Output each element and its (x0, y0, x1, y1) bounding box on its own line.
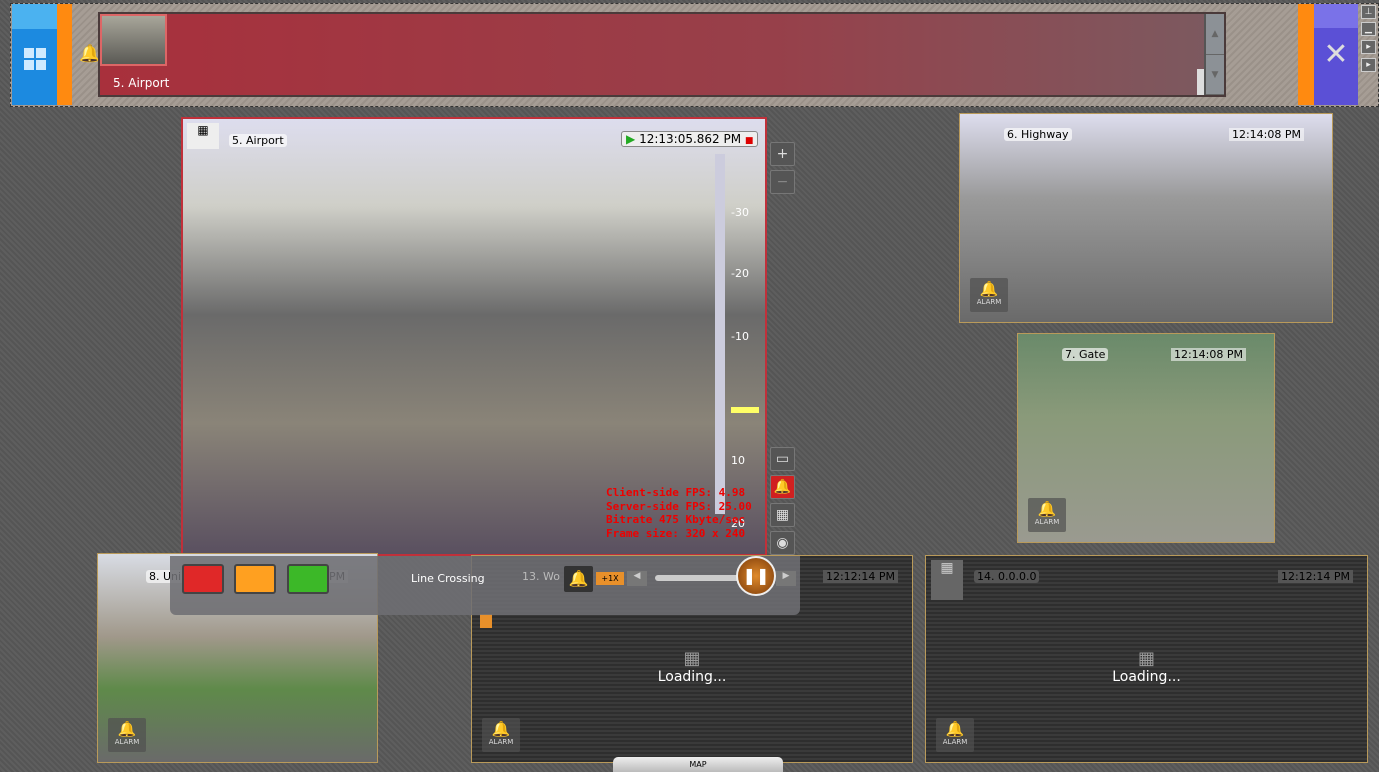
alarm-bell-button[interactable]: 🔔 (770, 475, 795, 499)
camera-name: 14. 0.0.0.0 (974, 570, 1040, 583)
timestamp: 12:13:05.862 PM (639, 132, 742, 146)
camera-tile-highway[interactable]: 6. Highway 12:14:08 PM 🔔 ALARM (959, 113, 1333, 323)
step-back-icon[interactable]: ◀ (627, 571, 647, 586)
camera-time: 12:14:08 PM (1170, 348, 1246, 361)
alarm-camera-label: 5. Airport (113, 76, 170, 90)
alarm-panel: 🚶 5. Airport ▲▼ (98, 12, 1226, 97)
pin-icon[interactable]: ⊥ (1361, 5, 1376, 19)
camera-name: 13. Wo (522, 570, 560, 583)
scale-tick: -20 (731, 267, 749, 280)
stat-line: Server-side FPS: 25.00 (606, 499, 752, 513)
eye-icon[interactable]: ◉ (770, 531, 795, 555)
minimize-icon[interactable]: ▁ (1361, 22, 1376, 36)
camera-name: 6. Highway (1004, 128, 1072, 141)
scale-tick: -30 (731, 206, 749, 219)
alarm-thumbnail[interactable]: 🚶 (100, 14, 1224, 95)
alarm-button[interactable]: 🔔 ALARM (970, 278, 1008, 312)
zoom-in-button[interactable]: + (770, 142, 795, 166)
camera-time: 12:12:14 PM (1277, 570, 1353, 583)
speed-button[interactable]: +1X (596, 572, 624, 585)
left-orange-strip (57, 4, 72, 105)
camera-time: 12:14:08 PM (1228, 128, 1304, 141)
bell-icon: 🔔 (491, 720, 511, 738)
play-icon: ▶ (626, 132, 636, 146)
status-icon (480, 614, 492, 628)
timestamp-badge: ▶ 12:13:05.862 PM ■ (621, 131, 759, 147)
loading-icon: ▦ (1137, 648, 1155, 669)
bell-icon: 🔔 (1037, 500, 1057, 518)
loading-indicator: ▦ Loading... (926, 648, 1367, 685)
archive-icon[interactable]: ▦ (931, 560, 963, 600)
camera-name: 5. Airport (229, 134, 287, 147)
stream-stats: Client-side FPS: 4.98 Server-side FPS: 2… (606, 486, 752, 540)
bell-icon: 🔔 (117, 720, 137, 738)
alarm-button[interactable]: 🔔 ALARM (108, 718, 146, 752)
settings-button[interactable]: ✕ (1314, 4, 1358, 105)
scale-tick: 10 (731, 454, 745, 467)
alarm-confirmed-button[interactable] (182, 564, 224, 594)
layouts-button[interactable] (12, 4, 57, 105)
pause-button[interactable]: ❚❚ (736, 556, 776, 596)
stat-line: Frame size: 320 x 240 (606, 526, 746, 540)
archive-button[interactable]: ▦ (770, 503, 795, 527)
bell-icon[interactable]: 🔔 (79, 44, 100, 64)
camera-tile-gate[interactable]: 7. Gate 12:14:08 PM 🔔 ALARM (1017, 333, 1275, 543)
zoom-out-button[interactable]: − (770, 170, 795, 194)
bell-icon: 🔔 (945, 720, 965, 738)
record-icon: ■ (744, 136, 754, 146)
monitor-icon[interactable]: ▭ (770, 447, 795, 471)
alarm-false-button[interactable] (287, 564, 329, 594)
camera-tile-14[interactable]: ▦ 14. 0.0.0.0 12:12:14 PM ▦ Loading... 🔔 A… (925, 555, 1368, 763)
window-play-icon[interactable]: ▸ (1361, 58, 1376, 72)
window-icon[interactable]: ▸ (1361, 40, 1376, 54)
loading-icon: ▦ (683, 648, 701, 669)
step-forward-icon[interactable]: ▶ (776, 571, 796, 586)
alarm-control-bar: Line Crossing 🔔 +1X ◀ ❚❚ ▶ (170, 556, 800, 615)
scale-marker[interactable] (731, 407, 759, 413)
alarm-scrollbar[interactable]: ▲ ▼ (1204, 14, 1224, 95)
sensitivity-scale[interactable] (715, 154, 725, 514)
event-type-label: Line Crossing (411, 572, 485, 585)
archive-icon[interactable]: ▦ (187, 123, 219, 149)
scroll-down-icon[interactable]: ▼ (1206, 55, 1224, 95)
map-tab[interactable]: MAP (613, 757, 783, 772)
stat-line: Bitrate 475 Kbyte/sec (606, 513, 746, 526)
alarm-suspicious-button[interactable] (234, 564, 276, 594)
alarm-button[interactable]: 🔔 ALARM (482, 718, 520, 752)
scroll-up-icon[interactable]: ▲ (1206, 14, 1224, 55)
camera-name: 7. Gate (1062, 348, 1109, 361)
camera-time: 12:12:14 PM (822, 570, 898, 583)
right-orange-strip (1298, 4, 1314, 105)
main-camera-view[interactable]: ▦ 5. Airport ▶ 12:13:05.862 PM ■ -30 -20… (181, 117, 767, 556)
tools-icon: ✕ (1323, 37, 1349, 72)
grid-icon (24, 48, 46, 70)
alarm-button[interactable]: 🔔 ALARM (936, 718, 974, 752)
playback-slider[interactable] (655, 575, 745, 581)
scale-tick: -10 (731, 330, 749, 343)
stat-line: Client-side FPS: 4.98 (606, 486, 746, 499)
loading-indicator: ▦ Loading... (472, 648, 912, 685)
bell-icon[interactable]: 🔔 (564, 566, 593, 592)
bell-icon: 🔔 (979, 280, 999, 298)
alarm-button[interactable]: 🔔 ALARM (1028, 498, 1066, 532)
